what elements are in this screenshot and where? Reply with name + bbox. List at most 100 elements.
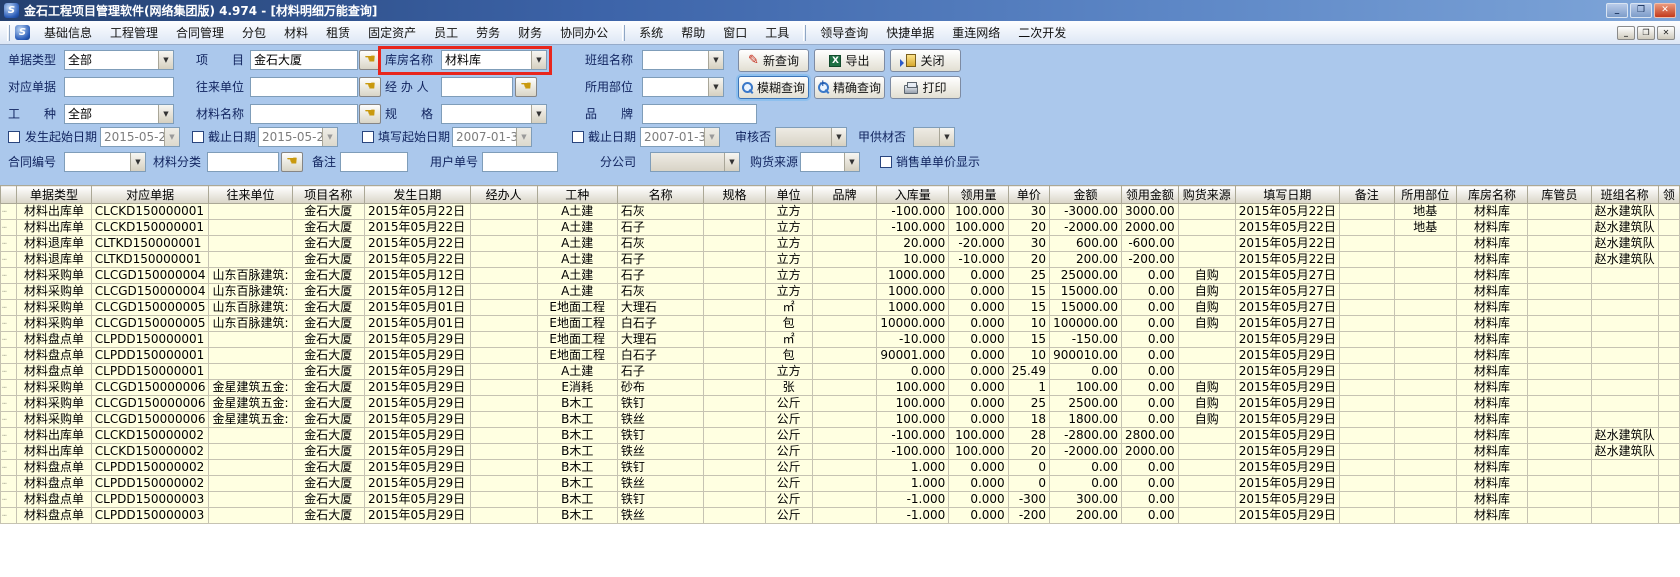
table-cell[interactable]: 0.000 [949, 300, 1008, 316]
table-cell[interactable] [470, 332, 537, 348]
table-cell[interactable]: 金石大厦 [292, 220, 364, 236]
table-cell[interactable]: 15 [1008, 300, 1049, 316]
table-cell[interactable]: 铁丝 [617, 444, 703, 460]
table-cell[interactable]: 600.00 [1050, 236, 1122, 252]
table-cell[interactable] [1528, 220, 1591, 236]
table-cell[interactable] [704, 428, 765, 444]
column-header[interactable]: 名称 [617, 186, 703, 204]
table-cell[interactable]: 1.000 [877, 476, 949, 492]
row-selector[interactable]: ┄ [1, 284, 17, 300]
table-row[interactable]: ┄材料出库单CLCKD150000002金石大厦2015年05月29日B木工铁丝… [1, 444, 1680, 460]
column-header[interactable]: 备注 [1339, 186, 1394, 204]
table-cell[interactable] [1658, 364, 1679, 380]
table-cell[interactable] [209, 364, 292, 380]
table-cell[interactable]: -100.000 [877, 220, 949, 236]
table-cell[interactable]: -200.00 [1122, 252, 1179, 268]
fill-end-date[interactable]: 2007-01-31▼ [640, 127, 720, 147]
table-cell[interactable]: 金石大厦 [292, 300, 364, 316]
table-cell[interactable] [1178, 508, 1235, 524]
table-cell[interactable]: 金石大厦 [292, 508, 364, 524]
new-query-button[interactable]: ✎ 新查询 [738, 49, 809, 72]
table-cell[interactable] [1339, 508, 1394, 524]
table-cell[interactable]: 2015年05月27日 [1235, 284, 1339, 300]
table-cell[interactable]: CLCKD150000002 [91, 428, 209, 444]
table-cell[interactable]: CLCGD150000004 [91, 268, 209, 284]
table-cell[interactable] [1339, 460, 1394, 476]
table-cell[interactable]: 2015年05月29日 [365, 444, 471, 460]
table-cell[interactable]: 15 [1008, 332, 1049, 348]
table-cell[interactable]: 0.000 [949, 316, 1008, 332]
table-cell[interactable]: 材料库 [1456, 396, 1527, 412]
table-cell[interactable]: 赵水建筑队 [1591, 204, 1658, 220]
table-cell[interactable]: ㎡ [765, 332, 812, 348]
table-cell[interactable] [1528, 428, 1591, 444]
table-cell[interactable]: 金石大厦 [292, 492, 364, 508]
chevron-down-icon[interactable]: ▼ [708, 51, 723, 69]
table-cell[interactable]: 金星建筑五金: [209, 380, 292, 396]
table-cell[interactable]: 材料采购单 [17, 316, 91, 332]
table-cell[interactable]: 金石大厦 [292, 332, 364, 348]
table-cell[interactable]: 2015年05月12日 [365, 284, 471, 300]
table-cell[interactable] [1394, 348, 1456, 364]
occur-start-checkbox[interactable] [8, 131, 20, 143]
material-name-lookup-button[interactable]: ☚ [359, 104, 381, 124]
table-cell[interactable]: 材料库 [1456, 348, 1527, 364]
table-cell[interactable]: CLCGD150000006 [91, 380, 209, 396]
table-cell[interactable]: 张 [765, 380, 812, 396]
used-part-select[interactable]: ▼ [642, 77, 724, 97]
row-selector[interactable]: ┄ [1, 316, 17, 332]
table-cell[interactable]: 自购 [1178, 380, 1235, 396]
table-cell[interactable]: 立方 [765, 284, 812, 300]
table-cell[interactable] [1394, 316, 1456, 332]
table-cell[interactable] [1658, 380, 1679, 396]
table-cell[interactable] [1528, 412, 1591, 428]
table-cell[interactable] [1394, 268, 1456, 284]
column-header[interactable]: 发生日期 [365, 186, 471, 204]
table-cell[interactable] [209, 204, 292, 220]
table-cell[interactable]: 100.000 [949, 204, 1008, 220]
table-cell[interactable] [470, 460, 537, 476]
table-cell[interactable] [704, 204, 765, 220]
table-cell[interactable]: 石子 [617, 364, 703, 380]
table-cell[interactable] [1528, 364, 1591, 380]
remark-input[interactable] [340, 152, 408, 172]
table-cell[interactable] [704, 300, 765, 316]
table-cell[interactable] [1658, 220, 1679, 236]
chevron-down-icon[interactable]: ▼ [158, 105, 173, 123]
table-cell[interactable]: CLCGD150000005 [91, 316, 209, 332]
table-cell[interactable]: 0.00 [1122, 460, 1179, 476]
table-cell[interactable]: 2015年05月29日 [365, 460, 471, 476]
table-cell[interactable] [1394, 444, 1456, 460]
row-selector[interactable]: ┄ [1, 460, 17, 476]
table-cell[interactable] [1178, 492, 1235, 508]
table-row[interactable]: ┄材料盘点单CLPDD150000002金石大厦2015年05月29日B木工铁钉… [1, 460, 1680, 476]
exact-query-button[interactable]: + 精确查询 [814, 76, 885, 99]
menu-item[interactable]: 分包 [233, 21, 275, 44]
table-cell[interactable] [1339, 428, 1394, 444]
table-cell[interactable] [1528, 492, 1591, 508]
table-cell[interactable]: 2015年05月29日 [365, 396, 471, 412]
table-cell[interactable] [470, 252, 537, 268]
table-cell[interactable]: 赵水建筑队 [1591, 220, 1658, 236]
table-cell[interactable]: CLCKD150000001 [91, 204, 209, 220]
table-cell[interactable] [1394, 508, 1456, 524]
table-cell[interactable] [1394, 428, 1456, 444]
column-header[interactable]: 领 [1658, 186, 1679, 204]
table-cell[interactable]: 0.000 [949, 508, 1008, 524]
table-cell[interactable]: 包 [765, 348, 812, 364]
table-cell[interactable]: 1000.000 [877, 300, 949, 316]
table-cell[interactable]: 2015年05月29日 [365, 476, 471, 492]
table-cell[interactable] [1658, 428, 1679, 444]
table-row[interactable]: ┄材料盘点单CLPDD150000001金石大厦2015年05月29日A土建石子… [1, 364, 1680, 380]
table-cell[interactable]: CLPDD150000003 [91, 508, 209, 524]
table-cell[interactable] [1339, 444, 1394, 460]
table-cell[interactable]: -20.000 [949, 236, 1008, 252]
table-cell[interactable] [209, 476, 292, 492]
table-cell[interactable]: 0.00 [1122, 332, 1179, 348]
occur-end-checkbox[interactable] [192, 131, 204, 143]
table-cell[interactable] [812, 348, 877, 364]
table-cell[interactable]: 100.000 [949, 220, 1008, 236]
table-cell[interactable] [470, 220, 537, 236]
table-cell[interactable]: B木工 [537, 492, 617, 508]
table-cell[interactable] [470, 268, 537, 284]
